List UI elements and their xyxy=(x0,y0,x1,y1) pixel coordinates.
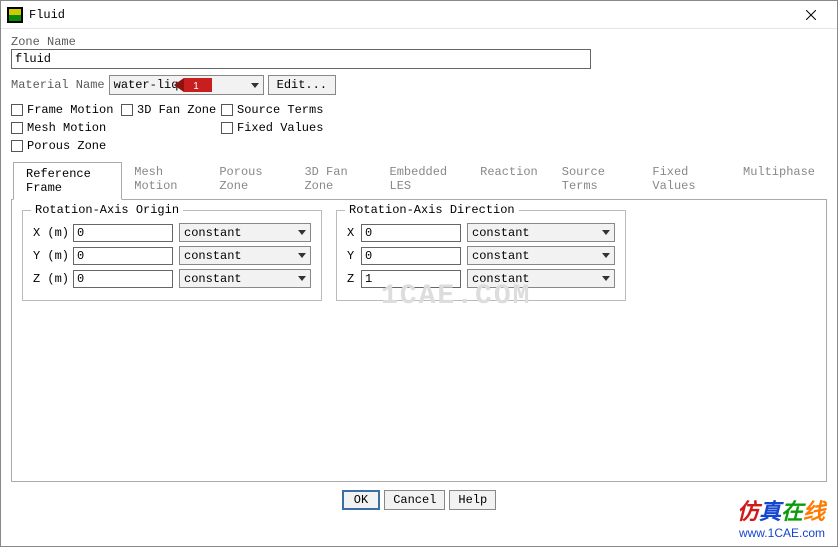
site-logo: 仿真在线 www.1CAE.com xyxy=(737,499,825,540)
checkbox-icon xyxy=(11,122,23,134)
zone-name-label: Zone Name xyxy=(11,35,827,49)
checkbox-icon xyxy=(11,140,23,152)
rotation-axis-direction-group: Rotation-Axis Direction X constant Y con… xyxy=(336,210,626,301)
close-icon xyxy=(806,10,816,20)
material-name-dropdown[interactable]: water-liquid 1 xyxy=(109,75,264,95)
material-name-label: Material Name xyxy=(11,78,105,92)
dialog-button-bar: OK Cancel Help xyxy=(11,490,827,510)
chevron-down-icon xyxy=(298,276,306,281)
checkbox-icon xyxy=(121,104,133,116)
window-title: Fluid xyxy=(29,8,791,22)
origin-z-input[interactable] xyxy=(73,270,173,288)
porous-zone-checkbox[interactable]: Porous Zone xyxy=(11,139,121,153)
chevron-down-icon xyxy=(298,253,306,258)
origin-x-input[interactable] xyxy=(73,224,173,242)
rotation-axis-origin-group: Rotation-Axis Origin X (m) constant Y (m… xyxy=(22,210,322,301)
chevron-down-icon xyxy=(602,276,610,281)
dialog-body: Zone Name Material Name water-liquid 1 E… xyxy=(1,29,837,510)
checkbox-icon xyxy=(221,104,233,116)
group-title: Rotation-Axis Direction xyxy=(345,203,519,217)
fluid-dialog: Fluid Zone Name Material Name water-liqu… xyxy=(0,0,838,547)
help-button[interactable]: Help xyxy=(449,490,496,510)
titlebar: Fluid xyxy=(1,1,837,29)
tab-mesh-motion[interactable]: Mesh Motion xyxy=(122,161,207,199)
tab-fixed-values[interactable]: Fixed Values xyxy=(640,161,731,199)
tab-source-terms[interactable]: Source Terms xyxy=(550,161,641,199)
chevron-down-icon xyxy=(298,230,306,235)
annotation-marker: 1 xyxy=(174,78,212,92)
direction-z-label: Z xyxy=(347,272,361,286)
tab-bar: Reference Frame Mesh Motion Porous Zone … xyxy=(11,161,827,200)
origin-y-input[interactable] xyxy=(73,247,173,265)
direction-x-input[interactable] xyxy=(361,224,461,242)
origin-z-mode-dropdown[interactable]: constant xyxy=(179,269,311,288)
close-button[interactable] xyxy=(791,3,831,27)
direction-y-input[interactable] xyxy=(361,247,461,265)
edit-material-button[interactable]: Edit... xyxy=(268,75,336,95)
direction-x-label: X xyxy=(347,226,361,240)
logo-cn: 仿真在线 xyxy=(737,499,825,525)
origin-z-label: Z (m) xyxy=(33,272,73,286)
direction-y-mode-dropdown[interactable]: constant xyxy=(467,246,615,265)
zone-name-input[interactable] xyxy=(11,49,591,69)
frame-motion-checkbox[interactable]: Frame Motion xyxy=(11,103,121,117)
direction-y-label: Y xyxy=(347,249,361,263)
tab-embedded-les[interactable]: Embedded LES xyxy=(378,161,469,199)
tab-3d-fan-zone[interactable]: 3D Fan Zone xyxy=(292,161,377,199)
3d-fan-zone-checkbox[interactable]: 3D Fan Zone xyxy=(121,103,221,117)
tab-multiphase[interactable]: Multiphase xyxy=(731,161,827,199)
source-terms-checkbox[interactable]: Source Terms xyxy=(221,103,361,117)
mesh-motion-checkbox[interactable]: Mesh Motion xyxy=(11,121,121,135)
direction-z-input[interactable] xyxy=(361,270,461,288)
tab-porous-zone[interactable]: Porous Zone xyxy=(207,161,292,199)
tab-reaction[interactable]: Reaction xyxy=(468,161,550,199)
svg-text:1: 1 xyxy=(193,81,199,92)
origin-x-label: X (m) xyxy=(33,226,73,240)
chevron-down-icon xyxy=(602,253,610,258)
chevron-down-icon xyxy=(251,83,259,88)
origin-x-mode-dropdown[interactable]: constant xyxy=(179,223,311,242)
origin-y-mode-dropdown[interactable]: constant xyxy=(179,246,311,265)
tab-reference-frame[interactable]: Reference Frame xyxy=(13,162,122,200)
direction-x-mode-dropdown[interactable]: constant xyxy=(467,223,615,242)
direction-z-mode-dropdown[interactable]: constant xyxy=(467,269,615,288)
fixed-values-checkbox[interactable]: Fixed Values xyxy=(221,121,361,135)
reference-frame-panel: Rotation-Axis Origin X (m) constant Y (m… xyxy=(11,200,827,482)
ok-button[interactable]: OK xyxy=(342,490,380,510)
origin-y-label: Y (m) xyxy=(33,249,73,263)
checkbox-icon xyxy=(221,122,233,134)
cancel-button[interactable]: Cancel xyxy=(384,490,445,510)
app-icon xyxy=(7,7,23,23)
options-checkboxes: Frame Motion 3D Fan Zone Source Terms Me… xyxy=(11,103,827,153)
chevron-down-icon xyxy=(602,230,610,235)
checkbox-icon xyxy=(11,104,23,116)
group-title: Rotation-Axis Origin xyxy=(31,203,183,217)
logo-url: www.1CAE.com xyxy=(737,526,825,540)
